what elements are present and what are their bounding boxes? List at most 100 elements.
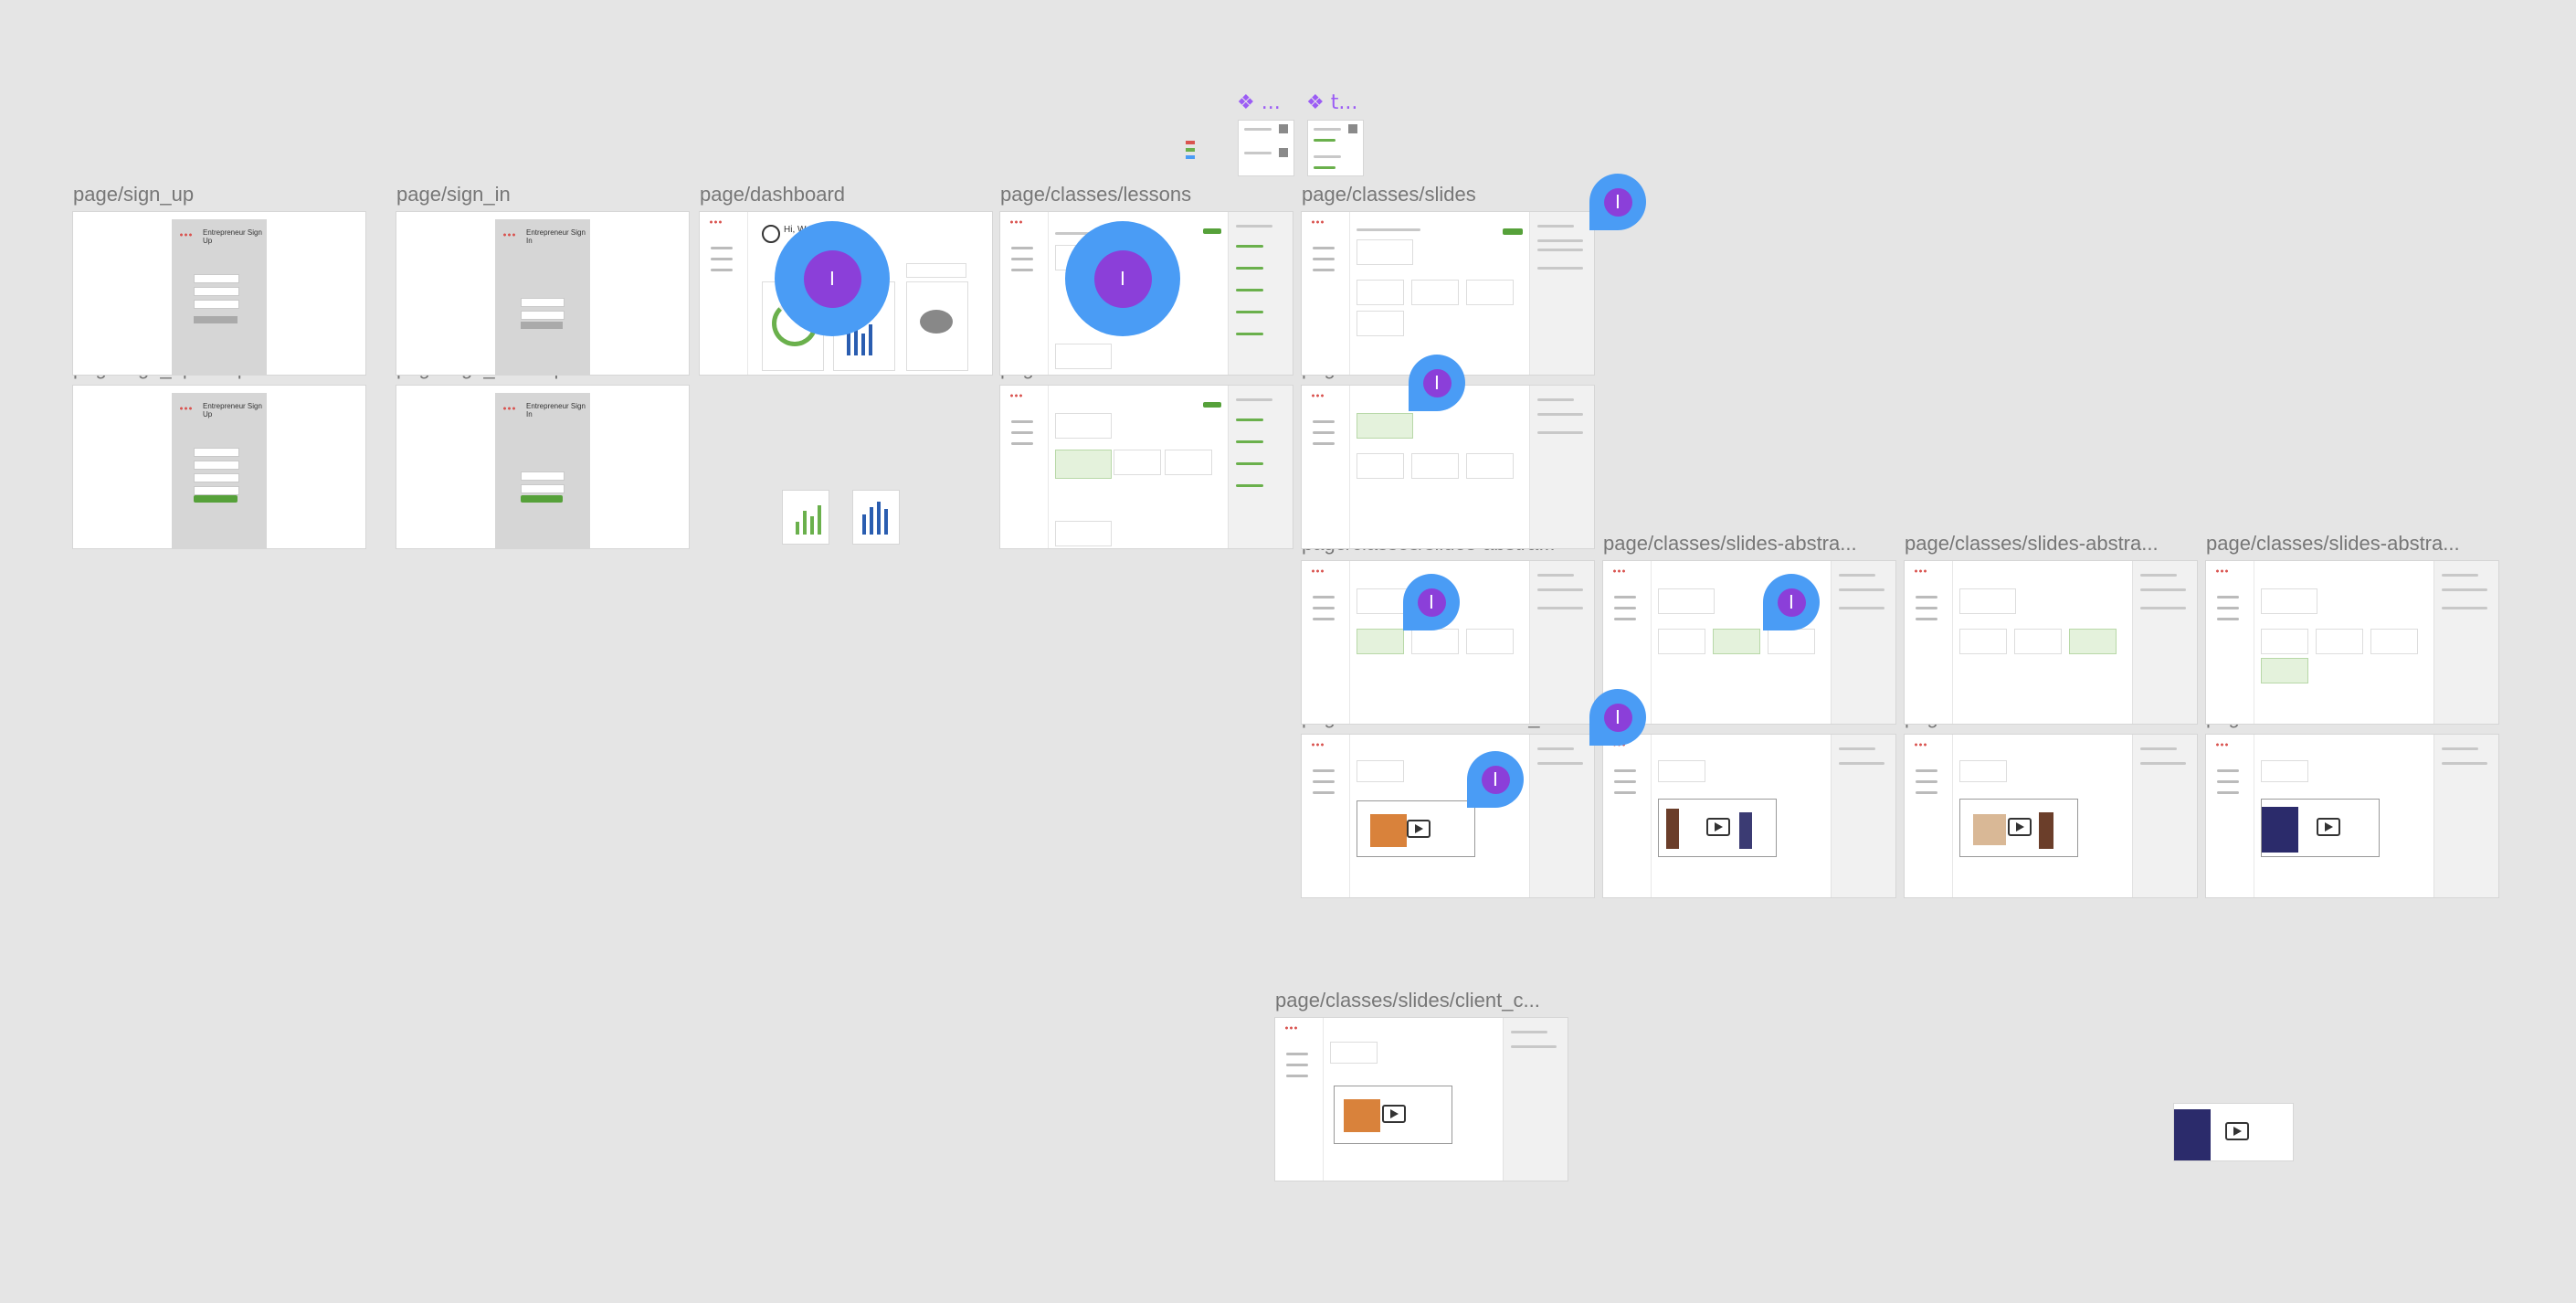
frame-label-dashboard[interactable]: page/dashboard	[700, 183, 845, 207]
input-field[interactable]	[194, 461, 239, 470]
nav-item[interactable]	[711, 247, 733, 249]
input-field[interactable]	[194, 473, 239, 482]
sidebar	[1302, 212, 1350, 375]
play-icon[interactable]	[2008, 818, 2032, 836]
component-preview-1[interactable]	[1239, 121, 1293, 175]
component-title-1[interactable]: ❖ ...	[1237, 91, 1281, 114]
frame-client-c-2[interactable]	[1275, 1018, 1568, 1181]
input-field[interactable]	[194, 287, 239, 296]
selected-card[interactable]	[1357, 413, 1413, 439]
logo-icon	[1914, 568, 1927, 574]
collaborator-cursor: I	[1763, 574, 1820, 630]
component-title-2[interactable]: ❖ t...	[1306, 91, 1357, 114]
image-thumbnail[interactable]	[2174, 1104, 2293, 1160]
sign-up-title: Entrepreneur Sign Up	[203, 228, 262, 245]
collaborator-cursor: I	[1403, 574, 1460, 630]
input-field[interactable]	[521, 484, 565, 493]
frame-sign-up-completed[interactable]: Entrepreneur Sign Up	[73, 386, 365, 548]
play-icon[interactable]	[1407, 820, 1431, 838]
logo-icon	[179, 406, 192, 411]
video-illustration[interactable]	[1959, 799, 2078, 857]
input-field[interactable]	[194, 486, 239, 495]
frame-slides-abstract-3[interactable]	[1603, 561, 1895, 724]
input-field[interactable]	[521, 311, 565, 320]
sign-in-button[interactable]	[521, 495, 563, 503]
frame-label-lessons[interactable]: page/classes/lessons	[1000, 183, 1191, 207]
phone-mockup: Entrepreneur Sign Up	[172, 219, 267, 375]
play-icon[interactable]	[1706, 818, 1730, 836]
selected-lesson-card[interactable]	[1055, 450, 1112, 479]
piggy-bank-icon	[920, 310, 953, 334]
play-icon[interactable]	[2317, 818, 2340, 836]
sidebar	[700, 212, 748, 375]
frame-sign-in-completed[interactable]: Entrepreneur Sign In	[396, 386, 689, 548]
frame-community[interactable]	[1905, 735, 2197, 897]
status-badge	[1203, 402, 1221, 408]
sign-in-title: Entrepreneur Sign In	[526, 402, 586, 418]
collaborator-cursor: I	[1467, 751, 1524, 808]
frame-lessons-2[interactable]	[1000, 386, 1293, 548]
collaborator-cursor: I	[1589, 174, 1646, 230]
nav-item[interactable]	[711, 258, 733, 260]
frame-label-client-c-2[interactable]: page/classes/slides/client_c...	[1275, 989, 1540, 1012]
frame-label-slides-abstract-3[interactable]: page/classes/slides-abstra...	[1603, 532, 1857, 556]
frame-slides-abstract-1[interactable]	[1302, 386, 1594, 548]
frame-label-slides-abstract-4[interactable]: page/classes/slides-abstra...	[1905, 532, 2159, 556]
component-preview-2[interactable]	[1308, 121, 1363, 175]
logo-icon	[1009, 393, 1022, 398]
logo-icon	[1311, 393, 1324, 398]
input-field[interactable]	[521, 471, 565, 481]
logo-icon	[1311, 568, 1324, 574]
tab-button[interactable]	[906, 263, 966, 278]
progress-panel	[1227, 386, 1293, 548]
collaborator-cursor: I	[1409, 355, 1465, 411]
logo-icon	[1612, 568, 1625, 574]
status-badge	[1503, 228, 1523, 235]
sign-in-button[interactable]	[521, 322, 563, 329]
logo-icon	[709, 219, 722, 225]
sidebar	[1000, 386, 1049, 548]
frame-label-slides[interactable]: page/classes/slides	[1302, 183, 1476, 207]
frame-label-slides-abstract-5[interactable]: page/classes/slides-abstra...	[2206, 532, 2460, 556]
frame-sign-up[interactable]: Entrepreneur Sign Up	[73, 212, 365, 375]
play-icon[interactable]	[1382, 1105, 1406, 1123]
frame-label-sign-up[interactable]: page/sign_up	[73, 183, 194, 207]
selected-card[interactable]	[2261, 658, 2308, 683]
frame-slides[interactable]	[1302, 212, 1594, 375]
frame-label-sign-in[interactable]: page/sign_in	[396, 183, 511, 207]
input-field[interactable]	[194, 448, 239, 457]
logo-icon	[2215, 568, 2228, 574]
chart-thumbnail-green[interactable]	[783, 491, 829, 544]
sign-in-title: Entrepreneur Sign In	[526, 228, 586, 245]
info-panel	[1528, 212, 1594, 375]
frame-slides-abstract-5[interactable]	[2206, 561, 2498, 724]
input-field[interactable]	[521, 298, 565, 307]
input-field[interactable]	[194, 300, 239, 309]
play-icon[interactable]	[2225, 1122, 2249, 1140]
video-illustration[interactable]	[1357, 800, 1475, 857]
video-illustration[interactable]	[1334, 1086, 1452, 1144]
logo-icon	[1311, 742, 1324, 747]
logo-icon	[1311, 219, 1324, 225]
selected-card[interactable]	[1713, 629, 1760, 654]
chart-thumbnail-blue[interactable]	[853, 491, 899, 544]
logo-icon	[502, 232, 515, 238]
input-field[interactable]	[194, 274, 239, 283]
savings-card[interactable]	[906, 281, 968, 371]
frame-sign-in[interactable]: Entrepreneur Sign In	[396, 212, 689, 375]
nav-item[interactable]	[711, 269, 733, 271]
video-illustration[interactable]	[1658, 799, 1777, 857]
sidebar	[1000, 212, 1049, 375]
frame-client-c-1[interactable]	[1302, 735, 1594, 897]
video-illustration[interactable]	[2261, 799, 2380, 857]
frame-benefit[interactable]	[2206, 735, 2498, 897]
selected-card[interactable]	[1357, 629, 1404, 654]
phone-mockup: Entrepreneur Sign In	[495, 219, 590, 375]
sign-up-title: Entrepreneur Sign Up	[203, 402, 262, 418]
frame-unlocking[interactable]	[1603, 735, 1895, 897]
sign-up-button[interactable]	[194, 316, 238, 323]
sign-up-button[interactable]	[194, 495, 238, 503]
selected-card[interactable]	[2069, 629, 2117, 654]
logo-icon	[502, 406, 515, 411]
frame-slides-abstract-4[interactable]	[1905, 561, 2197, 724]
